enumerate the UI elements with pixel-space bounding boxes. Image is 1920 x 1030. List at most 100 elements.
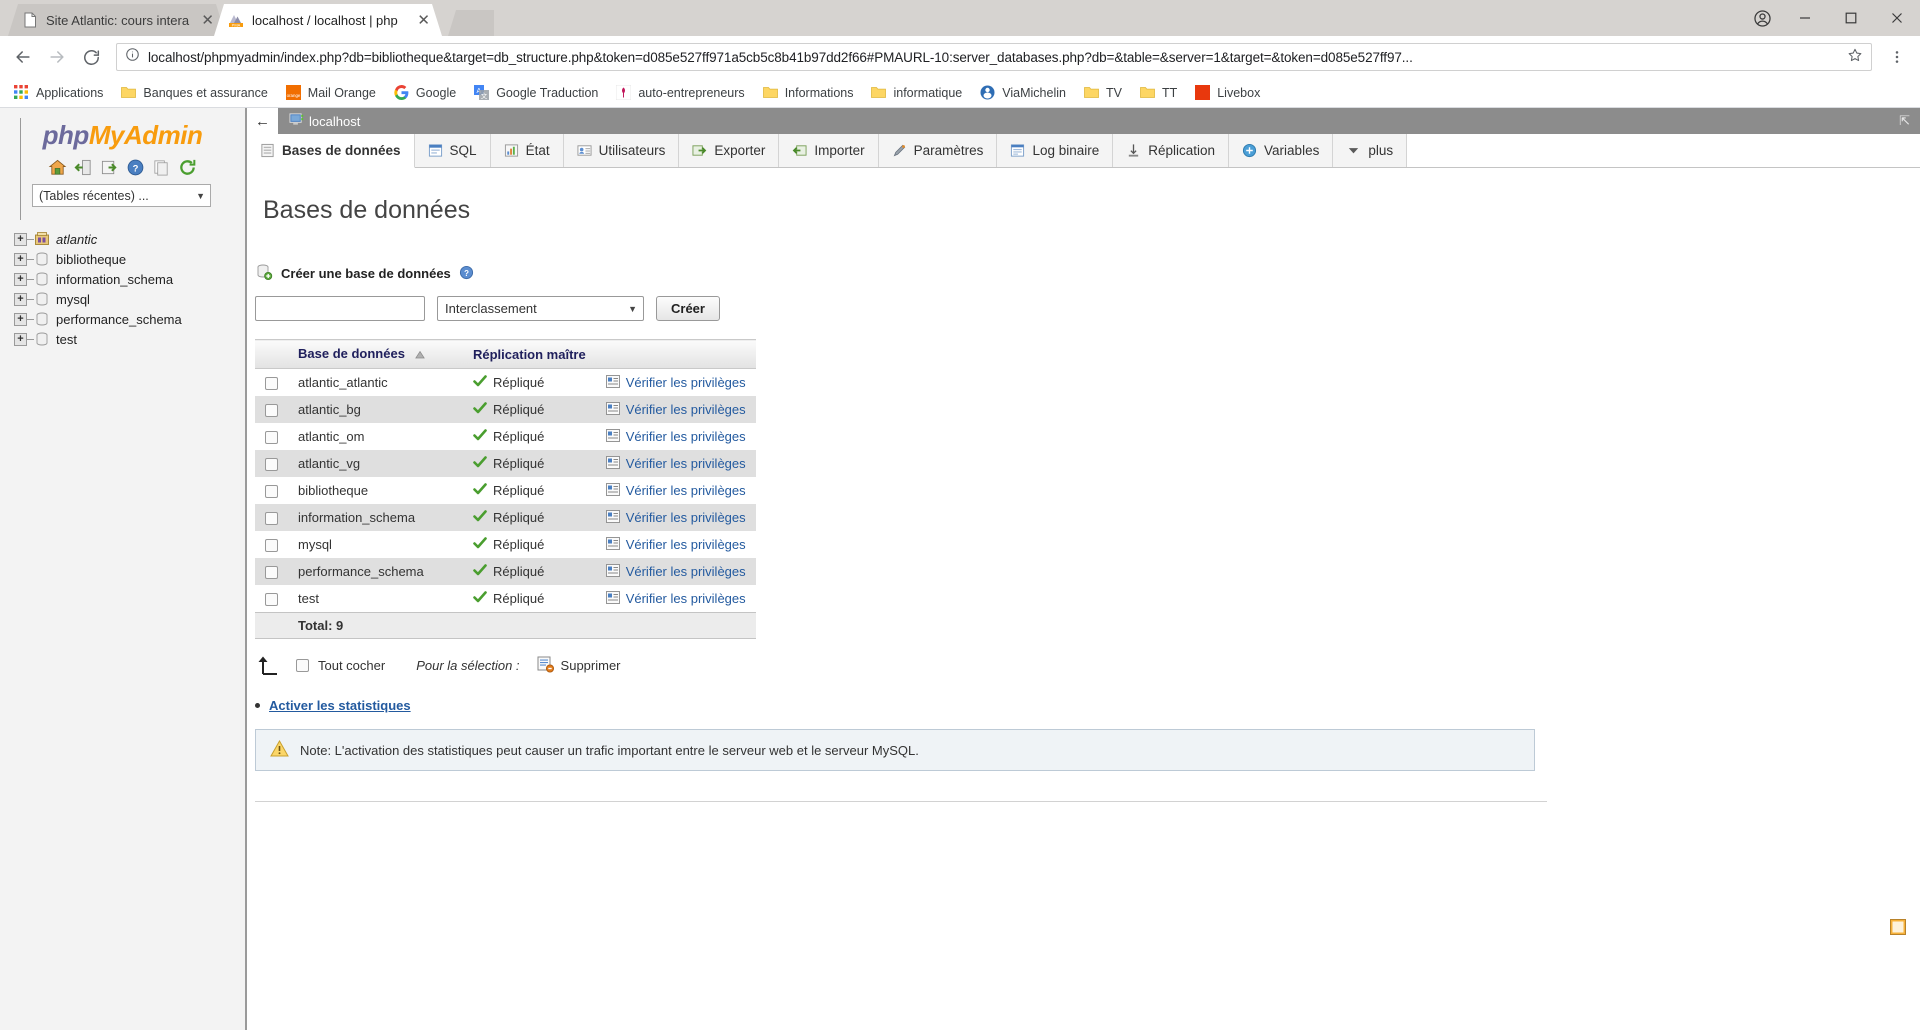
phpmyadmin-logo[interactable]: phpMyAdmin [0, 114, 245, 153]
new-tab-button[interactable] [448, 10, 494, 36]
row-checkbox[interactable] [265, 539, 278, 553]
privileges-label[interactable]: Vérifier les privilèges [626, 456, 746, 471]
recent-tables-select[interactable]: (Tables récentes) ... ▼ [32, 184, 211, 207]
row-database-cell[interactable]: bibliotheque [288, 477, 463, 505]
row-database-cell[interactable]: atlantic_atlantic [288, 368, 463, 397]
browser-tab-2[interactable]: PMA localhost / localhost | php ✕ [214, 4, 442, 36]
privileges-label[interactable]: Vérifier les privilèges [626, 564, 746, 579]
table-row[interactable]: atlantic_atlantic Répliqué Vérifier les … [255, 368, 756, 397]
reload-icon[interactable] [178, 158, 197, 177]
row-checkbox[interactable] [265, 404, 278, 418]
new-window-icon[interactable] [100, 158, 119, 177]
browser-menu-icon[interactable] [1882, 42, 1912, 72]
profile-icon[interactable] [1742, 0, 1782, 36]
bookmark-tv[interactable]: TV [1076, 82, 1130, 104]
table-row[interactable]: bibliotheque Répliqué Vérifier les privi… [255, 477, 756, 505]
check-all-label[interactable]: Tout cocher [318, 658, 385, 673]
collapse-icon[interactable]: ⇱ [1899, 108, 1920, 134]
row-action-cell[interactable]: Vérifier les privilèges [595, 531, 756, 559]
bookmark-banques-et-assurance[interactable]: Banques et assurance [113, 82, 275, 104]
table-row[interactable]: performance_schema Répliqué Vérifier les… [255, 558, 756, 586]
row-database-cell[interactable]: mysql [288, 531, 463, 559]
row-checkbox-cell[interactable] [255, 504, 288, 532]
tab-variables[interactable]: Variables [1229, 134, 1334, 167]
bookmark-google-traduction[interactable]: A文 Google Traduction [466, 82, 606, 104]
delete-label[interactable]: Supprimer [561, 658, 621, 673]
help-icon[interactable]: ? [459, 265, 474, 283]
row-checkbox-cell[interactable] [255, 477, 288, 505]
row-action-cell[interactable]: Vérifier les privilèges [595, 558, 756, 586]
row-checkbox[interactable] [265, 377, 278, 391]
table-row[interactable]: information_schema Répliqué Vérifier les… [255, 504, 756, 532]
row-database-cell[interactable]: atlantic_bg [288, 396, 463, 424]
tab-sql[interactable]: SQL [414, 134, 491, 167]
row-checkbox-cell[interactable] [255, 531, 288, 559]
tab-exporter[interactable]: Exporter [679, 134, 780, 167]
tab-parametres[interactable]: Paramètres [878, 134, 998, 167]
row-action-cell[interactable]: Vérifier les privilèges [595, 585, 756, 613]
site-info-icon[interactable] [125, 47, 140, 67]
row-checkbox[interactable] [265, 512, 278, 526]
row-action-cell[interactable]: Vérifier les privilèges [595, 368, 756, 397]
bookmark-applications[interactable]: Applications [6, 82, 111, 104]
database-link[interactable]: atlantic_bg [298, 402, 361, 417]
table-row[interactable]: atlantic_om Répliqué Vérifier les privil… [255, 423, 756, 451]
privileges-label[interactable]: Vérifier les privilèges [626, 591, 746, 606]
tab-replication[interactable]: Réplication [1113, 134, 1230, 167]
privileges-label[interactable]: Vérifier les privilèges [626, 510, 746, 525]
browser-tab-1-close-icon[interactable]: ✕ [199, 13, 216, 28]
address-bar[interactable]: localhost/phpmyadmin/index.php?db=biblio… [116, 43, 1872, 71]
expand-icon[interactable]: + [14, 292, 27, 306]
close-window-button[interactable] [1874, 0, 1920, 36]
delete-action[interactable]: Supprimer [537, 656, 621, 676]
help-icon[interactable]: ? [126, 158, 145, 177]
docs-icon[interactable] [152, 158, 171, 177]
browser-tab-1[interactable]: Site Atlantic: cours intera ✕ [8, 4, 226, 36]
tab-log-binaire[interactable]: Log binaire [997, 134, 1114, 167]
privileges-label[interactable]: Vérifier les privilèges [626, 429, 746, 444]
breadcrumb-back-button[interactable]: ← [247, 108, 279, 134]
row-database-cell[interactable]: information_schema [288, 504, 463, 532]
row-database-cell[interactable]: atlantic_vg [288, 450, 463, 478]
privileges-label[interactable]: Vérifier les privilèges [626, 402, 746, 417]
row-database-cell[interactable]: atlantic_om [288, 423, 463, 451]
tab-bases-de-donnees[interactable]: Bases de données [247, 134, 415, 168]
bookmark-viamichelin[interactable]: ViaMichelin [972, 82, 1074, 104]
row-database-cell[interactable]: performance_schema [288, 558, 463, 586]
maximize-button[interactable] [1828, 0, 1874, 36]
tree-item-test[interactable]: + test [14, 329, 245, 349]
database-name-input[interactable] [255, 296, 425, 321]
tree-item-bibliotheque[interactable]: + bibliotheque [14, 249, 245, 269]
row-checkbox-cell[interactable] [255, 558, 288, 586]
row-checkbox[interactable] [265, 593, 278, 607]
bookmark-star-icon[interactable] [1847, 47, 1863, 68]
table-row[interactable]: atlantic_vg Répliqué Vérifier les privil… [255, 450, 756, 478]
database-link[interactable]: performance_schema [298, 564, 424, 579]
database-link[interactable]: information_schema [298, 510, 415, 525]
bookmark-tt[interactable]: TT [1132, 82, 1185, 104]
row-checkbox-cell[interactable] [255, 368, 288, 397]
row-database-cell[interactable]: test [288, 585, 463, 613]
tab-etat[interactable]: État [490, 134, 564, 167]
row-action-cell[interactable]: Vérifier les privilèges [595, 450, 756, 478]
tree-item-atlantic[interactable]: + atlantic [14, 229, 245, 249]
forward-icon[interactable] [42, 42, 72, 72]
tab-importer[interactable]: Importer [779, 134, 879, 167]
database-link[interactable]: test [298, 591, 319, 606]
reload-icon[interactable] [76, 42, 106, 72]
collation-select[interactable]: Interclassement ▼ [437, 296, 644, 321]
row-checkbox[interactable] [265, 566, 278, 580]
privileges-label[interactable]: Vérifier les privilèges [626, 537, 746, 552]
table-row[interactable]: atlantic_bg Répliqué Vérifier les privil… [255, 396, 756, 424]
row-action-cell[interactable]: Vérifier les privilèges [595, 477, 756, 505]
back-icon[interactable] [8, 42, 38, 72]
table-row[interactable]: test Répliqué Vérifier les privilèges [255, 585, 756, 613]
tree-item-information-schema[interactable]: + information_schema [14, 269, 245, 289]
row-checkbox-cell[interactable] [255, 585, 288, 613]
database-link[interactable]: bibliotheque [298, 483, 368, 498]
expand-icon[interactable]: + [14, 252, 27, 266]
console-toggle-icon[interactable] [1890, 919, 1906, 940]
bookmark-livebox[interactable]: Livebox [1187, 82, 1268, 104]
row-action-cell[interactable]: Vérifier les privilèges [595, 504, 756, 532]
expand-icon[interactable]: + [14, 332, 27, 346]
